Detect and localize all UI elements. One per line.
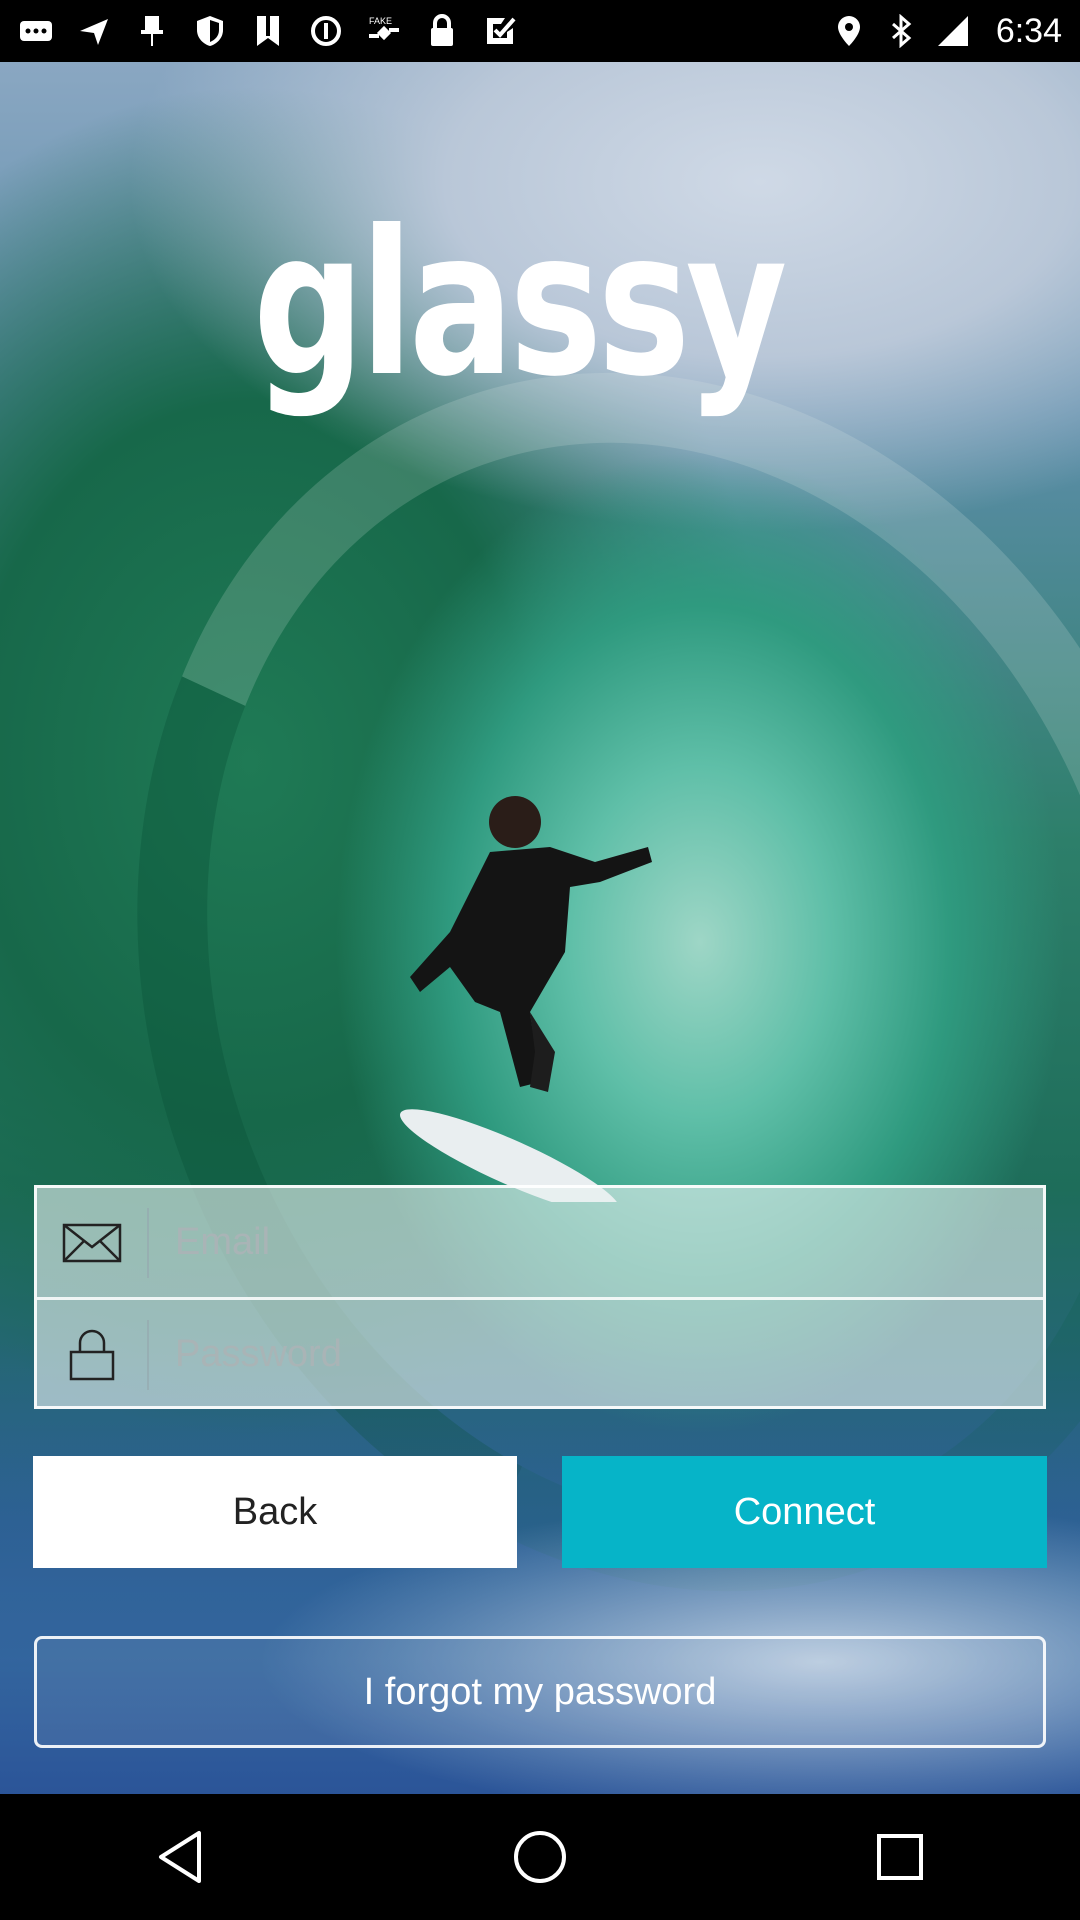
lock-icon <box>37 1319 149 1390</box>
forgot-password-button[interactable]: I forgot my password <box>34 1636 1046 1748</box>
email-row <box>37 1187 1043 1300</box>
back-button[interactable]: Back <box>33 1456 517 1568</box>
recents-icon[interactable] <box>855 1812 945 1902</box>
notification-icons: FAKE <box>18 13 518 49</box>
lock-icon <box>424 13 460 49</box>
system-icons: 6:34 <box>832 12 1062 51</box>
home-icon[interactable] <box>495 1812 585 1902</box>
fake-gps-icon: FAKE <box>366 13 402 49</box>
more-icon <box>18 13 54 49</box>
password-row <box>37 1299 1043 1410</box>
mail-icon <box>37 1207 149 1278</box>
connect-button[interactable]: Connect <box>562 1456 1047 1568</box>
pin-icon <box>134 13 170 49</box>
email-input[interactable] <box>149 1187 1043 1298</box>
navigation-bar <box>0 1794 1080 1920</box>
password-input[interactable] <box>149 1299 1043 1410</box>
navigation-icon <box>76 13 112 49</box>
check-icon <box>482 13 518 49</box>
signal-icon <box>936 14 970 48</box>
shield-icon <box>192 13 228 49</box>
login-screen: FAKE 6:34 glassy Email Back Connect I fo… <box>0 0 1080 1920</box>
surfer-figure <box>400 796 652 1202</box>
circle-icon <box>308 13 344 49</box>
login-form <box>34 1185 1046 1410</box>
status-time: 6:34 <box>995 11 1062 50</box>
app-logo: glassy <box>235 205 855 435</box>
back-icon[interactable] <box>135 1812 225 1902</box>
news-icon <box>250 13 286 49</box>
logo-wordmark: glassy <box>253 188 787 421</box>
status-bar: FAKE 6:34 <box>0 0 1080 62</box>
location-icon <box>832 14 866 48</box>
bluetooth-icon <box>884 14 918 48</box>
svg-text:FAKE: FAKE <box>369 16 392 26</box>
